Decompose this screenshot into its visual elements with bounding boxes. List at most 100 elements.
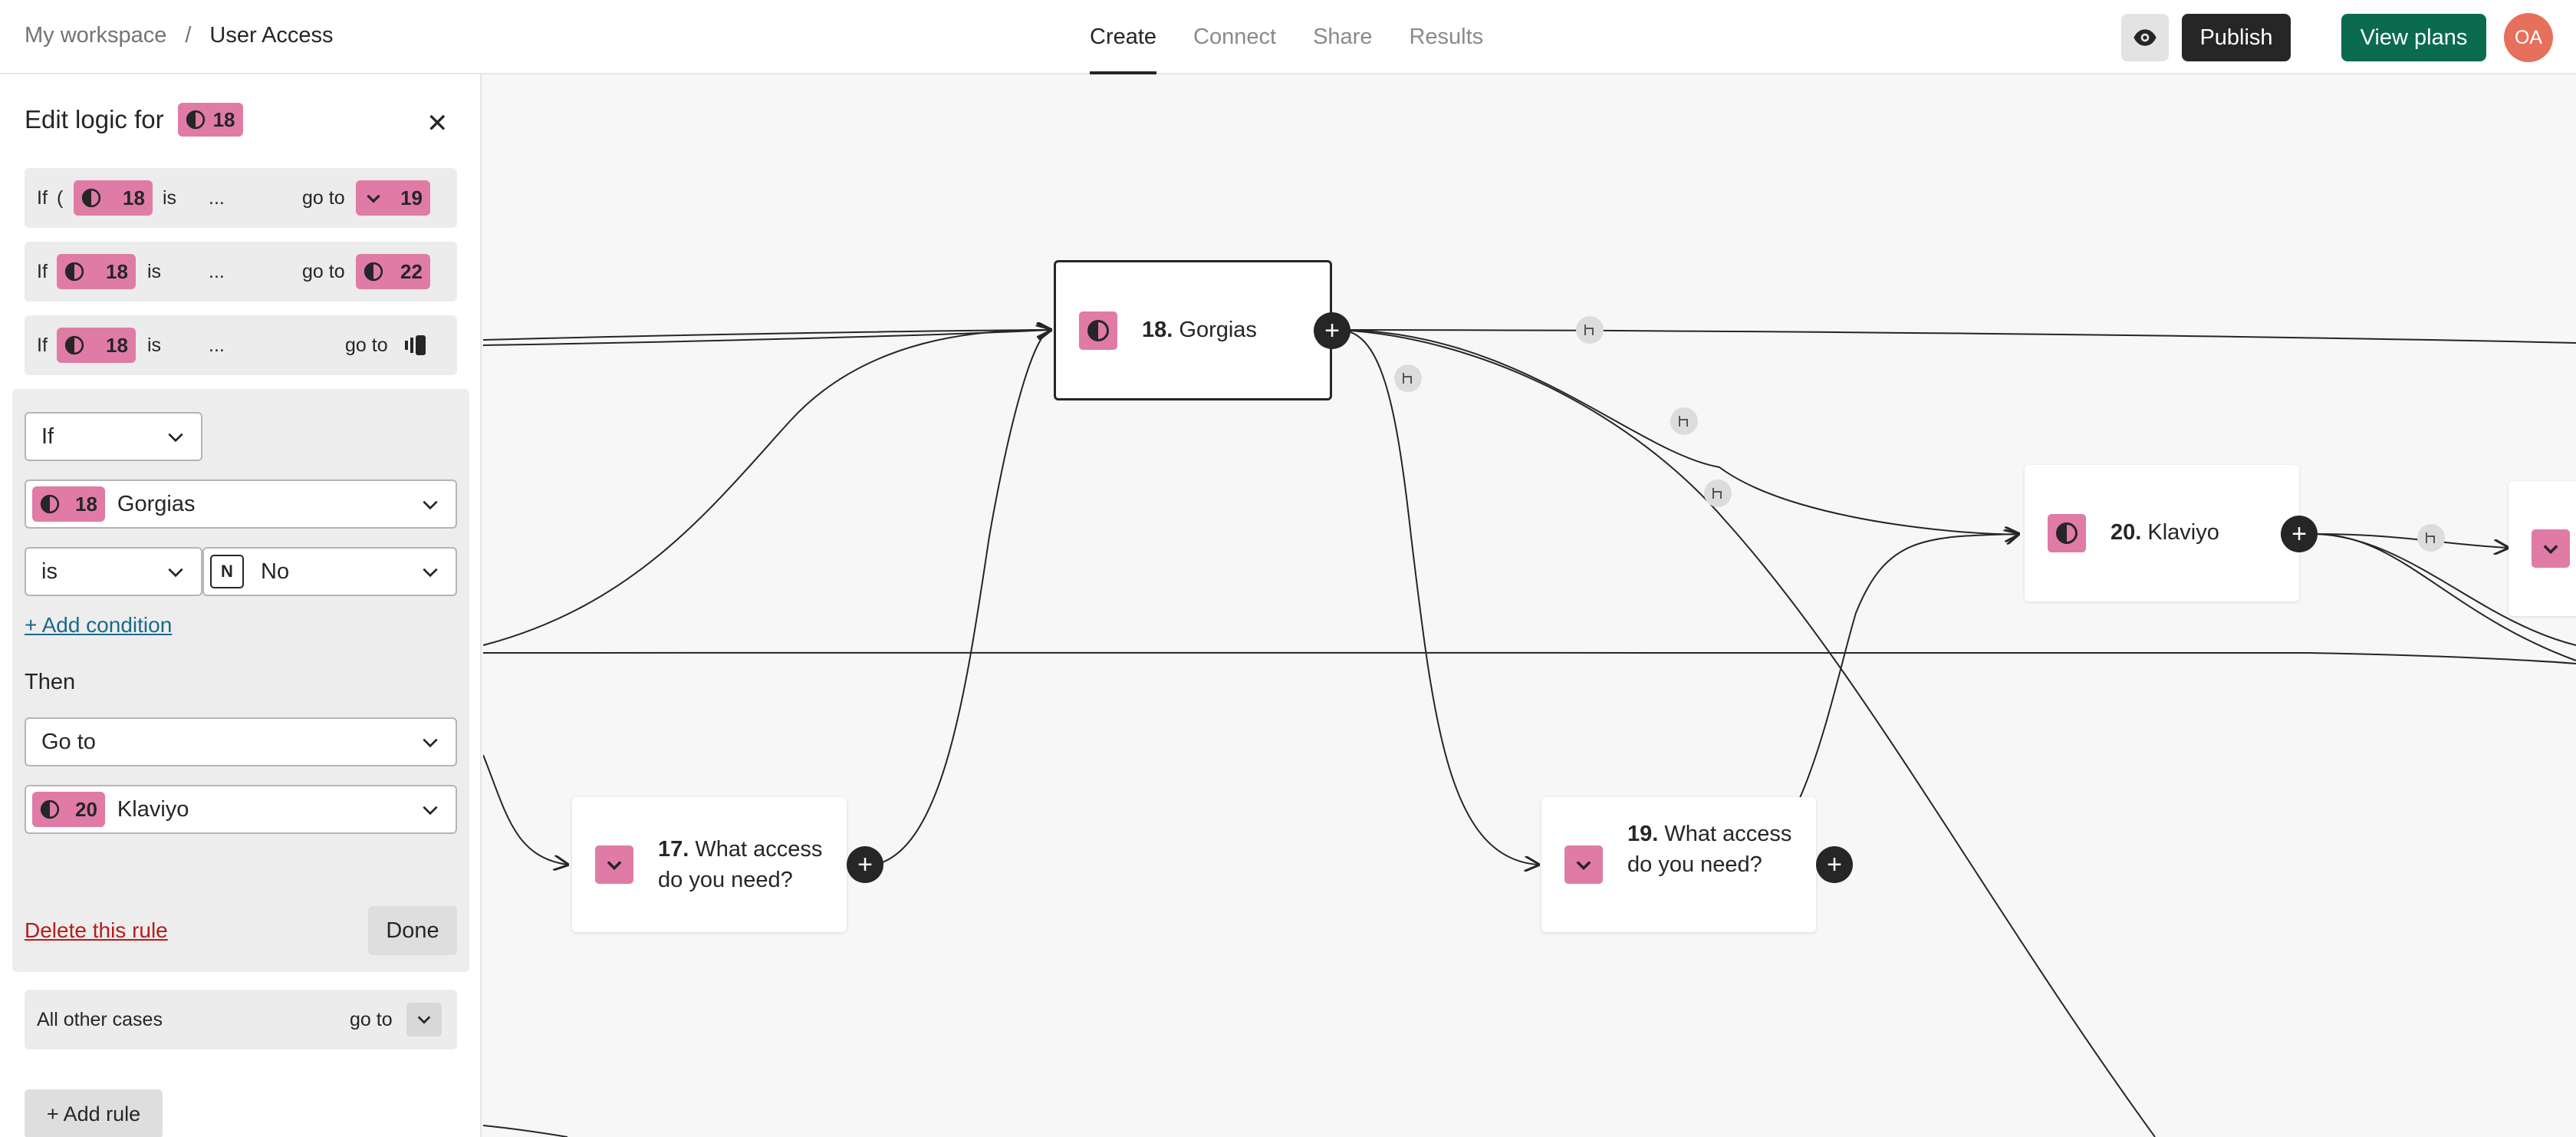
tab-create[interactable]: Create xyxy=(1090,0,1157,74)
breadcrumb-form-name[interactable]: User Access xyxy=(209,23,333,48)
rule-goto-label: go to xyxy=(345,334,388,356)
end-screen-icon xyxy=(405,335,426,355)
question-select-label: Gorgias xyxy=(117,491,196,516)
rule-value: ... xyxy=(209,260,225,282)
opinion-scale-icon xyxy=(64,335,84,355)
eye-icon xyxy=(2134,29,2157,46)
add-rule-button[interactable]: + Add rule xyxy=(25,1089,163,1137)
chevron-down-icon xyxy=(595,845,633,884)
value-select[interactable]: N No xyxy=(202,547,457,596)
rule-value: ... xyxy=(209,334,225,356)
value-label: No xyxy=(261,559,290,584)
rule-if-label: If xyxy=(37,334,48,356)
action-select[interactable]: Go to xyxy=(25,717,457,766)
chevron-down-icon xyxy=(168,568,183,578)
all-other-cases-row[interactable]: All other cases go to xyxy=(25,990,457,1050)
plus-icon[interactable]: + xyxy=(2281,516,2318,552)
branch-icon[interactable] xyxy=(2417,524,2445,552)
logic-node-19[interactable]: 19. What access do you need? xyxy=(1541,797,1816,932)
rule-goto-label: go to xyxy=(302,186,345,209)
breadcrumb: My workspace / User Access xyxy=(25,23,334,48)
question-select-badge: 18 xyxy=(32,486,105,522)
other-goto-label: go to xyxy=(350,1009,393,1030)
rule-if-label: If xyxy=(37,186,48,209)
logic-node-18[interactable]: 18. Gorgias xyxy=(1054,260,1332,400)
rule-target-number: 22 xyxy=(400,259,423,283)
rule-editor: If 18 Gorgias is N No + Add condition Th… xyxy=(12,389,469,972)
node-number: 20. xyxy=(2110,520,2142,545)
rule-goto-label: go to xyxy=(302,260,345,282)
operator-select[interactable]: If xyxy=(25,412,202,461)
connection-wires xyxy=(483,76,2576,1137)
chevron-down-icon xyxy=(423,568,438,578)
action-value: Go to xyxy=(41,729,96,754)
add-condition-link[interactable]: + Add condition xyxy=(25,613,172,638)
publish-button[interactable]: Publish xyxy=(2182,14,2291,61)
rule-is-label: is xyxy=(147,260,162,282)
close-icon[interactable]: ✕ xyxy=(426,108,449,139)
view-plans-button[interactable]: View plans xyxy=(2341,14,2486,61)
rule-target-number: 19 xyxy=(400,186,423,209)
wire xyxy=(1337,329,2156,1137)
plus-icon[interactable]: + xyxy=(1314,312,1351,349)
wire xyxy=(2314,533,2508,548)
branch-icon[interactable] xyxy=(1704,480,1732,507)
comparator-select[interactable]: is xyxy=(25,547,202,596)
tab-connect[interactable]: Connect xyxy=(1193,0,1276,74)
chevron-down-icon xyxy=(423,806,438,816)
delete-rule-link[interactable]: Delete this rule xyxy=(25,918,168,943)
wire xyxy=(483,754,568,865)
target-select-badge: 20 xyxy=(32,792,105,827)
opinion-scale-icon xyxy=(364,262,383,282)
panel-title: Edit logic for 18 xyxy=(25,103,243,137)
opinion-scale-icon xyxy=(64,262,84,282)
tab-share[interactable]: Share xyxy=(1313,0,1372,74)
question-select[interactable]: 18 Gorgias xyxy=(25,480,457,529)
plus-icon[interactable]: + xyxy=(847,846,883,883)
logic-panel: Edit logic for 18 ✕ If ( 18 is ... go to… xyxy=(0,74,482,1137)
tab-results[interactable]: Results xyxy=(1409,0,1483,74)
avatar[interactable]: OA xyxy=(2504,13,2553,62)
logic-map-canvas[interactable]: 18. Gorgias + 20. Klaviyo + 17. What acc… xyxy=(483,76,2576,1137)
wire xyxy=(483,1125,568,1137)
branch-icon[interactable] xyxy=(1670,407,1698,435)
wire xyxy=(483,651,2576,664)
branch-icon[interactable] xyxy=(1576,316,1604,344)
chevron-down-icon xyxy=(1564,845,1603,884)
chevron-down-icon xyxy=(367,194,380,203)
node-title: 20. Klaviyo xyxy=(2110,517,2219,548)
chevron-down-icon xyxy=(2532,529,2570,568)
top-bar: My workspace / User Access Create Connec… xyxy=(0,0,2576,74)
rule-question-badge: 18 xyxy=(57,328,136,363)
plus-icon[interactable]: + xyxy=(1816,846,1853,883)
logic-rule[interactable]: If ( 18 is ... go to 19 xyxy=(25,168,457,228)
logic-rule[interactable]: If 18 is ... go to xyxy=(25,315,457,375)
other-target-select[interactable] xyxy=(406,1003,442,1036)
breadcrumb-workspace-link[interactable]: My workspace xyxy=(25,23,166,48)
question-badge: 18 xyxy=(177,103,243,137)
opinion-scale-icon xyxy=(81,188,101,208)
target-select[interactable]: 20 Klaviyo xyxy=(25,785,457,834)
branch-icon[interactable] xyxy=(1394,364,1422,392)
logic-node-20[interactable]: 20. Klaviyo xyxy=(2025,465,2299,601)
logic-node-17[interactable]: 17. What access do you need? xyxy=(572,797,847,932)
question-badge-number: 18 xyxy=(212,107,235,131)
logic-rule[interactable]: If 18 is ... go to 22 xyxy=(25,242,457,302)
logic-node-partial[interactable] xyxy=(2509,481,2576,616)
rule-paren: ( xyxy=(57,186,64,209)
done-button[interactable]: Done xyxy=(368,906,457,955)
chevron-down-icon xyxy=(423,738,438,748)
rule-question-badge: 18 xyxy=(74,180,153,216)
opinion-scale-icon xyxy=(1079,311,1117,350)
rule-question-badge: 18 xyxy=(57,254,136,289)
node-number: 17. xyxy=(658,837,689,862)
value-key: N xyxy=(210,555,244,588)
node-title: 17. What access do you need? xyxy=(658,834,834,895)
target-select-label: Klaviyo xyxy=(117,796,189,822)
rule-question-number: 18 xyxy=(106,333,128,357)
node-label: Klaviyo xyxy=(2147,520,2219,545)
opinion-scale-icon xyxy=(2048,514,2086,552)
opinion-scale-icon xyxy=(186,110,205,130)
rule-question-number: 18 xyxy=(106,259,128,283)
preview-button[interactable] xyxy=(2121,14,2169,61)
